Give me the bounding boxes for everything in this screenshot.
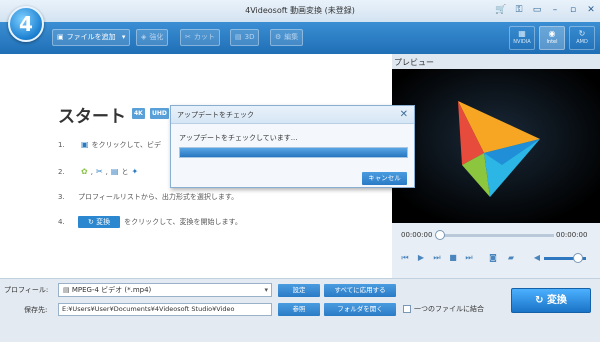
edit-label: 編集 [284,33,299,41]
progress-fill [180,148,407,157]
save-path-input[interactable]: E:¥Users¥User¥Documents¥4Videosoft Studi… [58,303,272,316]
cancel-button[interactable]: キャンセル [362,172,407,185]
end-icon[interactable]: ⏭ [464,253,474,263]
intel-accel-button[interactable]: ◉ Intel [539,26,565,50]
enhance-icon[interactable]: ✿ [81,167,88,176]
step-2: 2. ✿, ✂, ▤ と ✦ [58,167,139,176]
cart-icon[interactable]: 🛒 [494,3,508,17]
volume-icon[interactable]: ◀ [532,253,542,263]
update-dialog: アップデートをチェック ✕ アップデートをチェックしています... キャンセル [170,105,415,188]
minimize-icon[interactable]: – [548,3,562,17]
save-label: 保存先: [24,306,48,314]
edit-button[interactable]: ⚙ 編集 [270,29,304,46]
chat-icon[interactable]: ▭ [530,3,544,17]
add-file-label: ファイルを追加 [66,33,116,41]
edit-icon[interactable]: ✦ [131,167,138,176]
refresh-icon: ↻ [578,29,586,38]
play-logo-icon [392,69,600,223]
nvidia-label: NVIDIA [513,39,531,45]
add-file-icon: ▣ [57,33,64,41]
merge-checkbox[interactable] [403,305,411,313]
skip-forward-icon[interactable]: ⏭ [432,253,442,263]
seek-bar[interactable] [438,234,554,237]
step-1: 1. ▣ をクリックして、ビデ [58,140,162,149]
3d-button[interactable]: ▤ 3D [230,29,260,46]
title-bar: 4Videosoft 動画変換 (未登録) 🛒 ⚿ ▭ – ▫ ✕ [0,0,600,22]
badge-uhd: UHD [150,108,169,119]
dialog-header: アップデートをチェック ✕ [171,106,414,124]
nvidia-accel-button[interactable]: ▦ NVIDIA [509,26,535,50]
close-icon[interactable]: ✕ [584,3,598,17]
3d-icon[interactable]: ▤ [111,167,119,176]
refresh-icon: ↻ [88,218,97,226]
close-icon[interactable]: ✕ [400,106,408,124]
browse-button[interactable]: 参照 [278,303,320,316]
convert-mini-button[interactable]: ↻ 変換 [78,216,121,228]
badge-4k: 4K [132,108,145,119]
intel-label: Intel [546,39,558,45]
time-total: 00:00:00 [556,231,588,239]
profile-select[interactable]: ▤ MPEG-4 ビデオ (*.mp4) ▾ [58,283,272,297]
key-icon[interactable]: ⚿ [512,3,526,17]
seek-handle[interactable] [435,230,445,240]
step-4: 4. ↻ 変換 をクリックして、変換を開始します。 [58,216,242,228]
edit-icon: ⚙ [275,33,282,41]
volume-handle[interactable] [572,253,583,263]
start-title: スタート [58,107,126,127]
3d-icon: ▤ [235,33,242,41]
stop-icon[interactable]: ■ [448,253,458,263]
intel-icon: ◉ [548,29,556,38]
preview-label: プレビュー [394,58,434,67]
cut-label: カット [193,33,215,41]
enhance-label: 強化 [149,33,164,41]
refresh-icon: ↻ [535,295,547,306]
folder-icon[interactable]: ▰ [506,253,516,263]
settings-button[interactable]: 設定 [278,284,320,297]
time-current: 00:00:00 [401,231,433,239]
convert-button[interactable]: ↻ 変換 [511,288,591,313]
app-title: 4Videosoft 動画変換 (未登録) [245,6,355,15]
gpu-icon: ▦ [518,29,526,38]
chevron-down-icon: ▾ [264,286,268,294]
dialog-message: アップデートをチェックしています... [179,134,298,142]
progress-bar [179,147,408,158]
app-logo: 4 [8,6,44,42]
scissors-icon: ✂ [185,33,191,41]
toolbar: ▣ ファイルを追加 ▾ ◈ 強化 ✂ カット ▤ 3D ⚙ 編集 ▦ NVIDIA ◉ Int… [0,22,600,54]
amd-accel-button[interactable]: ↻ AMD [569,26,595,50]
convert-label: 変換 [546,295,567,306]
play-icon[interactable]: ▶ [416,253,426,263]
enhance-button[interactable]: ◈ 強化 [136,29,169,46]
step-3: 3. プロフィールリストから、出力形式を選択します。 [58,193,239,201]
open-folder-button[interactable]: フォルダを開く [324,303,396,316]
chevron-down-icon: ▾ [121,33,126,41]
skip-back-icon[interactable]: ⏮ [400,253,410,263]
profile-label: プロフィール: [4,286,49,294]
3d-label: 3D [244,33,255,41]
profile-value: MPEG-4 ビデオ (*.mp4) [71,286,152,294]
dialog-title: アップデートをチェック [177,111,254,119]
cut-button[interactable]: ✂ カット [180,29,220,46]
amd-label: AMD [576,39,588,45]
player-controls: 00:00:00 00:00:00 ⏮ ▶ ⏭ ■ ⏭ ◙ ▰ ◀ [392,223,600,278]
merge-label: 一つのファイルに結合 [414,305,484,313]
preview-screen [392,69,600,223]
output-settings-bar: プロフィール: ▤ MPEG-4 ビデオ (*.mp4) ▾ 設定 すべてに応用… [0,278,600,342]
snapshot-icon[interactable]: ◙ [488,253,498,263]
add-file-button[interactable]: ▣ ファイルを追加 ▾ [52,29,131,46]
apply-all-button[interactable]: すべてに応用する [324,284,396,297]
scissors-icon[interactable]: ✂ [96,167,103,176]
enhance-icon: ◈ [141,33,147,41]
maximize-icon[interactable]: ▫ [566,3,580,17]
add-file-icon[interactable]: ▣ [81,140,89,149]
video-file-icon: ▤ [63,286,72,294]
